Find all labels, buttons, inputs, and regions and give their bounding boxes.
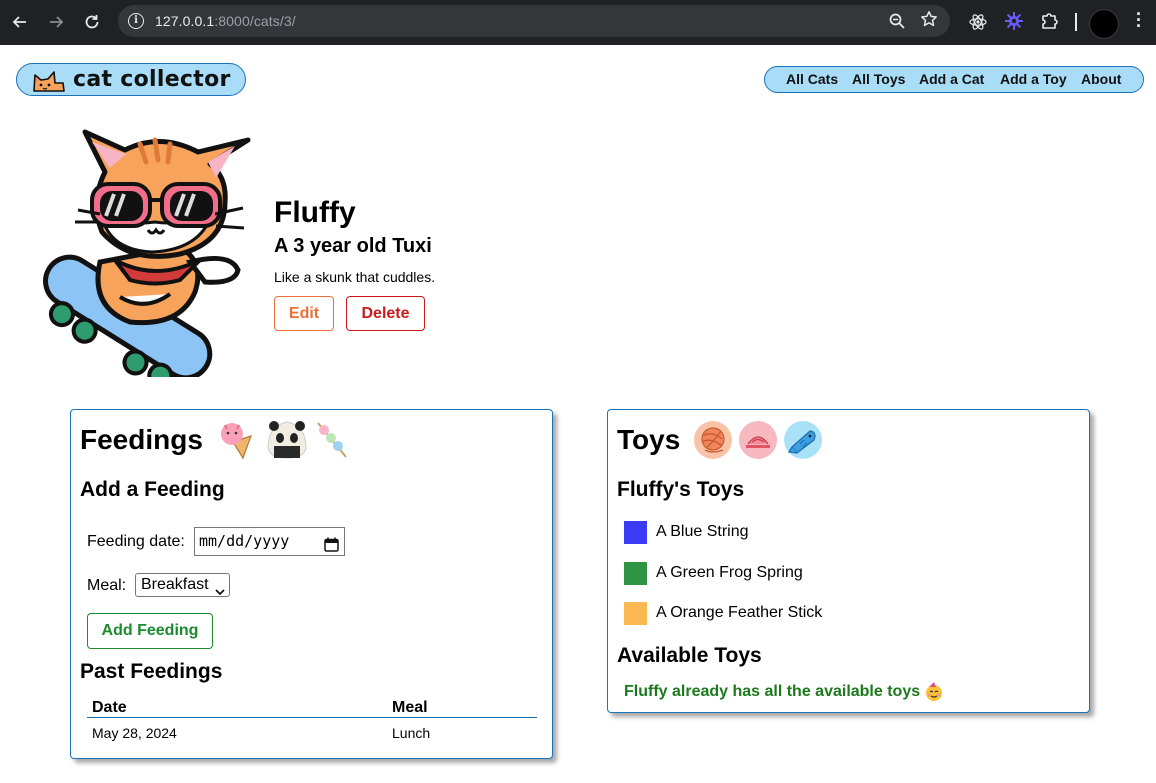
meal-selected-value: Breakfast — [141, 576, 209, 593]
cat-name: Fluffy — [274, 196, 356, 229]
toy-name[interactable]: A Blue String — [656, 523, 749, 541]
feeding-date-label: Feeding date: — [87, 533, 185, 550]
party-face-icon — [924, 682, 944, 702]
table-header: Date Meal — [87, 698, 537, 718]
logo-cat-icon — [30, 69, 68, 98]
owned-toys-heading: Fluffy's Toys — [617, 478, 745, 501]
chrome-menu-icon[interactable]: · · · — [1134, 5, 1144, 35]
past-feedings-heading: Past Feedings — [80, 660, 223, 683]
date-placeholder: mm/dd/yyyy — [199, 532, 290, 550]
toy-color-swatch — [624, 561, 647, 585]
feedings-title: Feedings — [80, 424, 203, 455]
nav-all-toys[interactable]: All Toys — [852, 71, 905, 87]
cat-skateboard-image — [30, 122, 255, 389]
extensions-puzzle-icon[interactable] — [1040, 10, 1060, 35]
panda-onigiri-icon — [264, 418, 310, 465]
main-nav: All Cats All Toys Add a Cat Add a Toy Ab… — [764, 66, 1144, 93]
list-item[interactable]: A Orange Feather Stick — [624, 601, 822, 625]
table-row: May 28, 2024 Lunch — [87, 718, 537, 746]
meal-select[interactable]: Breakfast — [135, 573, 230, 597]
nav-all-cats[interactable]: All Cats — [786, 71, 838, 87]
toys-title: Toys — [617, 424, 681, 455]
available-toys-heading: Available Toys — [617, 644, 762, 667]
fish-toy-icon — [783, 420, 823, 465]
cat-bed-icon — [738, 420, 778, 465]
browser-toolbar: i 127.0.0.1:8000/cats/3/ · · · — [0, 0, 1156, 45]
back-icon[interactable] — [10, 12, 30, 32]
feedings-table: Date Meal May 28, 2024 Lunch — [87, 698, 537, 746]
list-item[interactable]: A Blue String — [624, 520, 749, 544]
toolbar-divider — [1075, 13, 1077, 31]
available-message-text: Fluffy already has all the available toy… — [624, 683, 921, 700]
no-available-toys-message: Fluffy already has all the available toy… — [624, 682, 944, 702]
nav-about[interactable]: About — [1081, 71, 1121, 87]
meal-label: Meal: — [87, 577, 127, 594]
edit-button[interactable]: Edit — [274, 296, 334, 331]
toy-name[interactable]: A Orange Feather Stick — [656, 604, 822, 622]
add-feeding-heading: Add a Feeding — [80, 478, 225, 501]
toy-name[interactable]: A Green Frog Spring — [656, 564, 803, 582]
delete-button[interactable]: Delete — [346, 296, 425, 331]
meal-column-header: Meal — [392, 699, 428, 716]
ice-cream-icon — [217, 420, 259, 465]
site-info-icon[interactable]: i — [128, 13, 144, 29]
toys-card: Toys Fluffy's Toys A Blue String A Green… — [607, 409, 1090, 713]
list-item[interactable]: A Green Frog Spring — [624, 561, 803, 585]
feeding-date-cell: May 28, 2024 — [92, 725, 177, 741]
bookmark-star-icon[interactable] — [920, 10, 938, 33]
extension-gear-icon[interactable] — [1004, 11, 1024, 36]
feeding-date-input[interactable]: mm/dd/yyyy — [194, 527, 345, 556]
address-bar[interactable]: i 127.0.0.1:8000/cats/3/ — [118, 5, 950, 37]
dango-skewer-icon — [314, 419, 350, 464]
url-text[interactable]: 127.0.0.1:8000/cats/3/ — [155, 13, 296, 29]
logo-text[interactable]: cat collector — [73, 67, 231, 92]
forward-icon[interactable] — [46, 12, 66, 32]
react-devtools-icon[interactable] — [968, 12, 988, 37]
cat-age-breed: A 3 year old Tuxi — [274, 235, 432, 257]
date-column-header: Date — [92, 699, 127, 716]
profile-avatar[interactable] — [1089, 9, 1119, 39]
cat-description: Like a skunk that cuddles. — [274, 269, 436, 285]
calendar-icon[interactable] — [324, 534, 339, 561]
feedings-card: Feedings Add a Feeding Feeding date: mm/… — [70, 409, 553, 759]
reload-icon[interactable] — [82, 12, 102, 32]
chevron-down-icon — [215, 581, 225, 602]
feeding-meal-cell: Lunch — [392, 725, 431, 741]
add-feeding-button[interactable]: Add Feeding — [87, 613, 213, 649]
nav-add-cat[interactable]: Add a Cat — [919, 71, 984, 87]
toy-color-swatch — [624, 601, 647, 625]
site-logo[interactable]: cat collector — [16, 63, 246, 96]
zoom-icon[interactable] — [888, 12, 906, 35]
toy-color-swatch — [624, 520, 647, 544]
yarn-ball-icon — [693, 420, 733, 465]
nav-add-toy[interactable]: Add a Toy — [1000, 71, 1067, 87]
